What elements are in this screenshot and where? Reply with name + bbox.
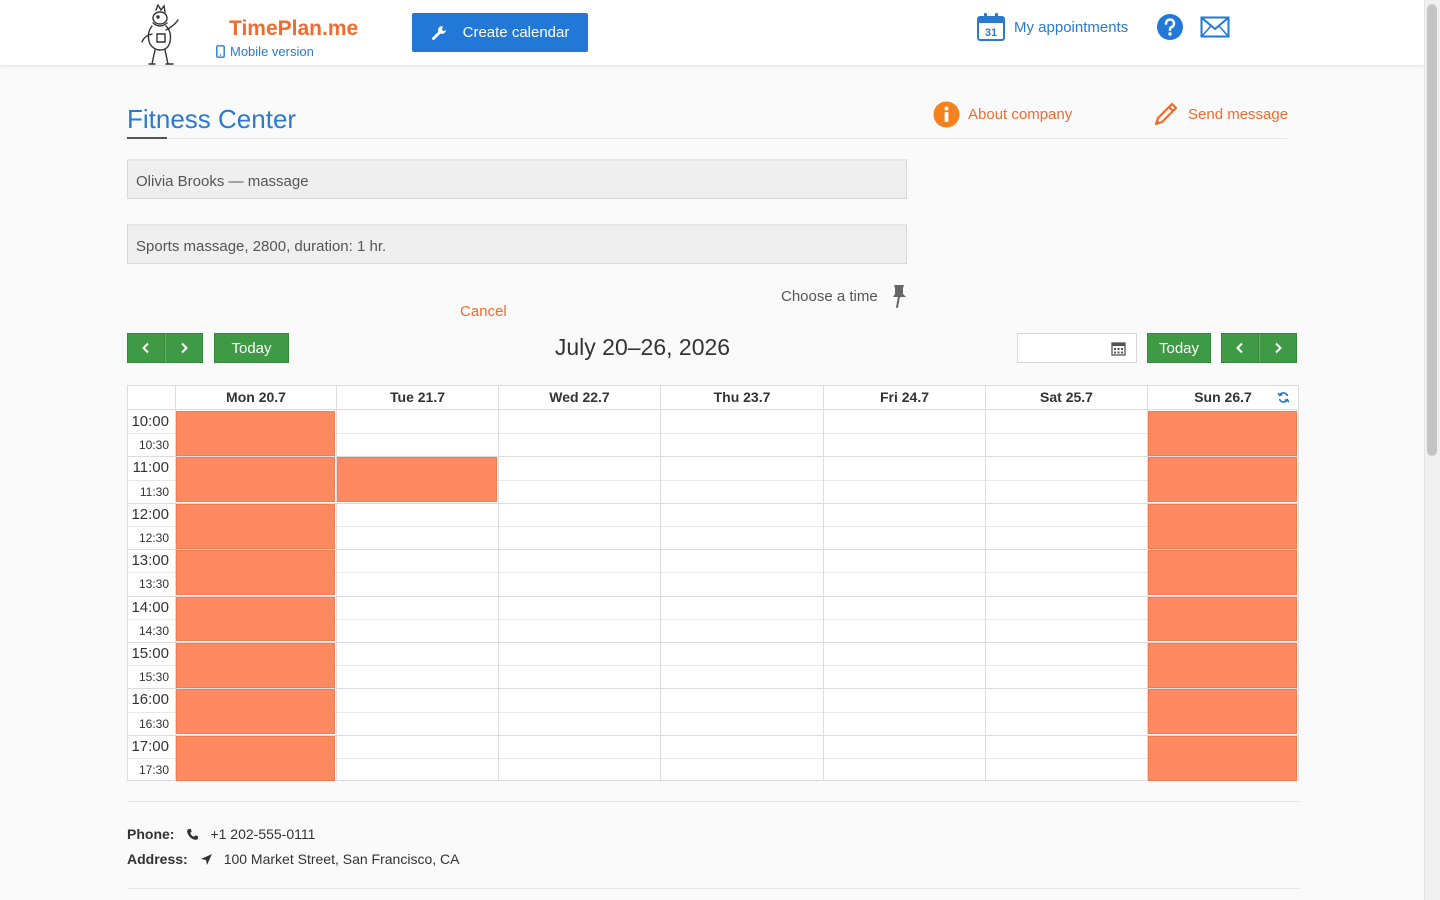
day-header: Mon 20.7 [175, 386, 336, 410]
phone-label: Phone: [127, 826, 175, 842]
busy-time-block [1148, 457, 1297, 503]
help-icon[interactable] [1156, 13, 1184, 41]
busy-time-block [1148, 503, 1297, 549]
time-label: 16:30 [138, 716, 169, 731]
time-label: 16:00 [131, 691, 169, 709]
wrench-icon [431, 25, 446, 40]
create-calendar-button[interactable]: Create calendar [412, 13, 588, 52]
calendar-icon: 31 [977, 13, 1005, 41]
scrollbar-thumb[interactable] [1427, 4, 1437, 456]
time-label: 14:30 [138, 623, 169, 638]
busy-time-block [1148, 643, 1297, 688]
day-column-divider [660, 410, 661, 780]
busy-time-block [176, 411, 335, 456]
busy-time-block [176, 643, 335, 688]
chevron-left-icon [1236, 342, 1243, 354]
date-picker-input[interactable] [1017, 333, 1137, 363]
phone-row: Phone: +1 202-555-0111 [127, 826, 315, 842]
day-column-divider [985, 410, 986, 780]
choose-time-label: Choose a time [781, 287, 878, 305]
time-label: 10:30 [138, 438, 169, 453]
location-arrow-icon [200, 853, 212, 865]
contacts-bottom-divider [127, 888, 1299, 889]
day-header: Tue 21.7 [336, 386, 498, 410]
busy-time-block [1148, 735, 1297, 781]
time-label: 15:30 [138, 670, 169, 685]
employee-select[interactable]: Olivia Brooks — massage [127, 159, 907, 199]
my-appointments-link[interactable]: 31 My appointments [976, 12, 1128, 42]
busy-time-block [1148, 689, 1297, 735]
day-header: Thu 23.7 [660, 386, 823, 410]
next-week-button-right[interactable] [1259, 333, 1297, 363]
title-divider [127, 138, 1287, 139]
mobile-version-link[interactable]: Mobile version [216, 44, 314, 59]
calendar-picker-icon[interactable] [1111, 341, 1126, 356]
day-header: Sat 25.7 [985, 386, 1147, 410]
busy-time-block [1148, 550, 1297, 596]
create-calendar-label: Create calendar [462, 24, 570, 41]
busy-time-block [176, 550, 335, 596]
send-message-link[interactable]: Send message [1153, 101, 1288, 127]
time-label: 14:00 [131, 598, 169, 616]
phone-icon [187, 828, 199, 840]
sync-icon[interactable] [1277, 391, 1290, 404]
time-label: 11:00 [132, 459, 169, 477]
time-label: 10:00 [131, 413, 169, 430]
info-icon [933, 101, 960, 128]
pin-icon [892, 285, 906, 308]
prev-week-button-right[interactable] [1221, 333, 1259, 363]
title-underline-accent [127, 137, 167, 139]
about-company-label: About company [968, 106, 1073, 123]
calendar-icon-day: 31 [985, 27, 997, 39]
time-label: 17:00 [131, 737, 169, 755]
service-select[interactable]: Sports massage, 2800, duration: 1 hr. [127, 224, 907, 264]
top-header: TimePlan.me Mobile version Create calend… [0, 0, 1424, 66]
address-row: Address: 100 Market Street, San Francisc… [127, 851, 459, 867]
day-column-divider [498, 410, 499, 780]
time-label: 13:00 [131, 552, 169, 570]
time-label: 15:00 [131, 645, 169, 662]
today-button-right[interactable]: Today [1147, 333, 1211, 363]
pencil-icon [1154, 102, 1178, 126]
day-column-divider [823, 410, 824, 780]
time-label: 12:30 [138, 531, 169, 545]
my-appointments-label: My appointments [1014, 18, 1129, 36]
week-nav-right-group [1221, 333, 1297, 363]
day-header: Wed 22.7 [498, 386, 660, 410]
phone-number[interactable]: +1 202-555-0111 [210, 826, 315, 842]
time-label: 11:30 [139, 484, 169, 499]
mobile-phone-icon [216, 45, 225, 58]
cancel-link[interactable]: Cancel [460, 303, 507, 320]
time-label: 13:30 [138, 577, 169, 592]
mobile-version-label: Mobile version [230, 44, 314, 59]
mail-icon[interactable] [1200, 16, 1230, 38]
busy-time-block [176, 689, 335, 735]
busy-time-block [176, 457, 335, 503]
busy-time-block [176, 503, 335, 549]
calendar-day-headers: Mon 20.7 Tue 21.7 Wed 22.7 Thu 23.7 Fri 24.7… [128, 386, 1298, 410]
brand-name[interactable]: TimePlan.me [229, 17, 358, 41]
busy-time-block [1148, 411, 1297, 456]
busy-time-block [337, 457, 497, 503]
day-header: Sun 26.7 [1147, 386, 1298, 410]
about-company-link[interactable]: About company [933, 101, 1072, 128]
address-text: 100 Market Street, San Francisco, CA [223, 851, 460, 867]
busy-time-block [176, 735, 335, 781]
week-calendar-grid: Mon 20.7 Tue 21.7 Wed 22.7 Thu 23.7 Fri 24.7… [127, 385, 1299, 781]
busy-time-block [176, 596, 335, 642]
day-header: Fri 24.7 [823, 386, 985, 410]
logo-mascot-icon[interactable] [138, 4, 182, 66]
busy-time-block [1148, 596, 1297, 642]
address-label: Address: [127, 851, 188, 867]
send-message-label: Send message [1188, 105, 1289, 123]
contacts-top-divider [127, 801, 1299, 802]
time-label: 12:00 [131, 505, 169, 523]
chevron-right-icon [1275, 342, 1282, 354]
time-label: 17:30 [138, 763, 169, 777]
company-title: Fitness Center [127, 104, 297, 134]
choose-time-hint: Choose a time [781, 284, 908, 308]
